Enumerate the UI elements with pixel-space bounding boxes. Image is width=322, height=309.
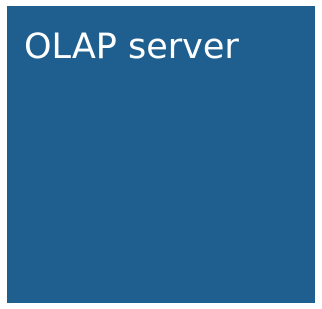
olap-server-label: OLAP server [24, 27, 239, 67]
olap-server-block: OLAP server [7, 6, 315, 303]
